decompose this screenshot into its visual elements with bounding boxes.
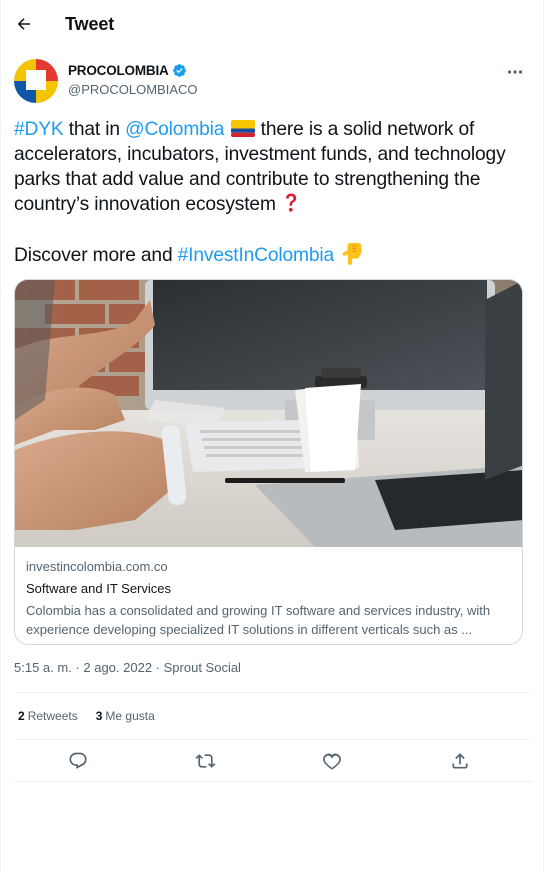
tweet-date[interactable]: 2 ago. 2022	[83, 660, 152, 675]
tweet-page: Tweet PROCOLOMBIA @PROCOLOMBIACO #DYK th…	[0, 0, 544, 872]
hashtag-dyk[interactable]: #DYK	[14, 119, 64, 140]
tweet-timestamp-row: 5:15 a. m. · 2 ago. 2022 · Sprout Social	[14, 660, 241, 675]
tweet-text: #DYK that in @Colombia there is a solid …	[14, 117, 534, 268]
tweet-paragraph-1: #DYK that in @Colombia there is a solid …	[14, 117, 534, 217]
separator: ·	[71, 660, 84, 675]
tweet-text-segment: Discover more and	[14, 245, 178, 266]
heart-icon	[323, 753, 341, 770]
author-display-name[interactable]: PROCOLOMBIA	[68, 63, 169, 78]
separator: ·	[152, 660, 164, 675]
share-icon	[452, 753, 468, 769]
retweets-count: 2	[18, 709, 25, 723]
share-button[interactable]	[447, 748, 473, 774]
retweets-stat[interactable]: 2 Retweets	[18, 709, 78, 723]
card-description: Colombia has a consolidated and growing …	[26, 603, 491, 637]
verified-badge-icon	[172, 64, 186, 77]
tweet-source[interactable]: Sprout Social	[164, 660, 241, 675]
more-dots-icon	[507, 70, 523, 74]
back-button[interactable]	[11, 11, 37, 37]
page-header: Tweet	[1, 0, 544, 50]
divider	[14, 739, 532, 740]
colombia-flag-emoji	[230, 120, 255, 137]
card-title: Software and IT Services	[26, 581, 171, 596]
tweet-time[interactable]: 5:15 a. m.	[14, 660, 72, 675]
card-domain: investincolombia.com.co	[26, 559, 168, 574]
tweet-stats: 2 Retweets 3 Me gusta	[18, 709, 155, 723]
link-preview-card[interactable]: investincolombia.com.co Software and IT …	[14, 279, 523, 645]
back-arrow-icon	[17, 18, 30, 30]
tweet-paragraph-2: Discover more and #InvestInColombia	[14, 242, 534, 268]
avatar[interactable]	[14, 59, 58, 103]
tweet-text-segment: that in	[63, 119, 126, 140]
procolombia-logo	[14, 59, 58, 103]
retweets-label: Retweets	[27, 709, 78, 723]
reply-icon	[69, 752, 87, 769]
more-options-button[interactable]	[504, 62, 526, 82]
divider	[14, 781, 532, 782]
like-button[interactable]	[319, 748, 345, 774]
card-meta: investincolombia.com.co Software and IT …	[26, 558, 516, 639]
likes-label: Me gusta	[105, 709, 155, 723]
page-title: Tweet	[65, 14, 115, 34]
mention-colombia[interactable]: @Colombia	[125, 119, 224, 140]
pointing-down-emoji	[342, 243, 362, 265]
divider	[14, 692, 532, 693]
retweet-button[interactable]	[192, 748, 218, 774]
hashtag-investincolombia[interactable]: #InvestInColombia	[178, 245, 335, 266]
author-name-row[interactable]: PROCOLOMBIA	[68, 63, 187, 78]
retweet-icon	[195, 754, 215, 768]
author-handle[interactable]: @PROCOLOMBIACO	[68, 82, 198, 97]
card-image	[15, 280, 522, 547]
tweet-actions	[1, 748, 544, 774]
red-question-mark-emoji	[285, 193, 297, 212]
likes-stat[interactable]: 3 Me gusta	[96, 709, 155, 723]
reply-button[interactable]	[65, 748, 91, 774]
likes-count: 3	[95, 709, 103, 723]
